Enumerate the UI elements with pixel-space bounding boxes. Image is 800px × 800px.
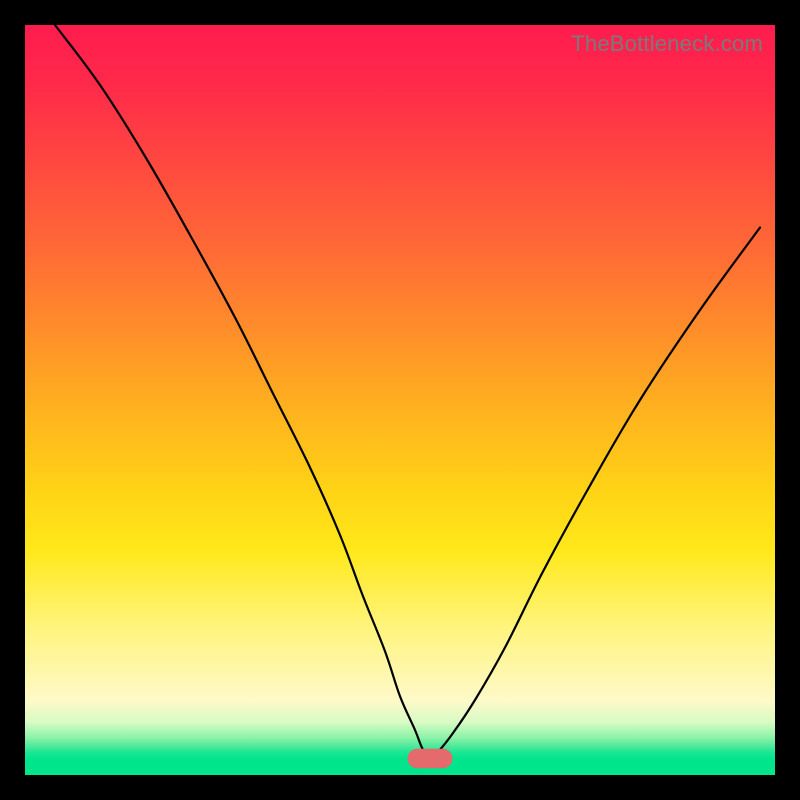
minimum-marker xyxy=(408,749,453,769)
curve-layer xyxy=(25,25,775,775)
chart-stage: TheBottleneck.com xyxy=(0,0,800,800)
bottleneck-curve xyxy=(55,25,760,759)
plot-area: TheBottleneck.com xyxy=(25,25,775,775)
